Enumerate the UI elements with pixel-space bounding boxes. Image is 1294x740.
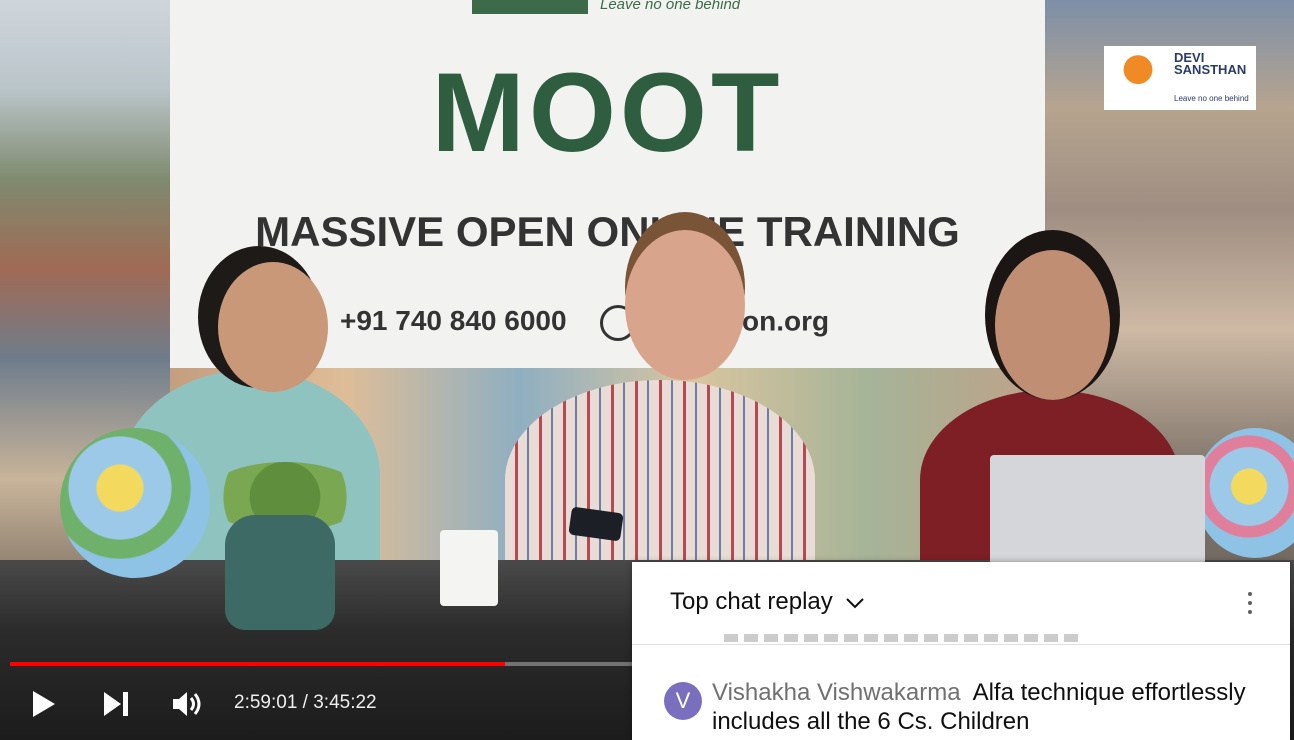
logo-tagline: Leave no one behind bbox=[1174, 94, 1249, 103]
chat-author[interactable]: Vishakha Vishwakarma bbox=[712, 679, 961, 706]
play-button[interactable] bbox=[20, 676, 68, 732]
progress-fill bbox=[10, 662, 506, 666]
volume-button[interactable] bbox=[164, 676, 212, 732]
devi-sansthan-logo: DEVI SANSTHAN Leave no one behind bbox=[1104, 46, 1256, 110]
chat-panel: Top chat replay V Vishakha Vishwakarma Al… bbox=[632, 562, 1290, 740]
presenter-left-head bbox=[218, 262, 328, 392]
banner-title: MOOT bbox=[431, 50, 784, 175]
next-button[interactable] bbox=[92, 676, 140, 732]
avatar[interactable]: V bbox=[664, 682, 702, 720]
banner-phone: +91 740 840 6000 bbox=[340, 305, 567, 336]
desk-globe-left bbox=[60, 428, 210, 578]
desk-mug bbox=[440, 530, 498, 606]
logo-name: DEVI SANSTHAN bbox=[1174, 50, 1247, 77]
time-display: 2:59:01 / 3:45:22 bbox=[234, 692, 377, 713]
banner-logo-strip bbox=[472, 0, 588, 14]
chat-message: V Vishakha Vishwakarma Alfa technique eff… bbox=[664, 678, 1264, 736]
laptop bbox=[990, 455, 1205, 565]
presenter-right-head bbox=[995, 250, 1110, 400]
banner-tagline: Leave no one behind bbox=[600, 0, 741, 13]
chat-mode-dropdown[interactable]: Top chat replay bbox=[670, 588, 865, 616]
player-controls: 2:59:01 / 3:45:22 bbox=[0, 676, 632, 732]
play-icon bbox=[33, 691, 55, 717]
more-options-icon[interactable] bbox=[1240, 586, 1260, 620]
scrolled-message-remnant bbox=[724, 634, 1084, 642]
chat-header: Top chat replay bbox=[632, 562, 1290, 645]
volume-icon bbox=[173, 692, 201, 716]
plant-pot bbox=[225, 515, 335, 630]
chevron-down-icon bbox=[846, 597, 865, 609]
banner-subtitle: MASSIVE OPEN ONLINE TRAINING bbox=[255, 208, 960, 255]
progress-bar[interactable] bbox=[10, 662, 632, 666]
chat-title-text: Top chat replay bbox=[670, 588, 833, 615]
presenter-center-body bbox=[505, 380, 815, 580]
next-icon bbox=[104, 692, 128, 716]
presenter-center-head bbox=[625, 230, 745, 380]
tree-logo-icon bbox=[1108, 50, 1168, 106]
